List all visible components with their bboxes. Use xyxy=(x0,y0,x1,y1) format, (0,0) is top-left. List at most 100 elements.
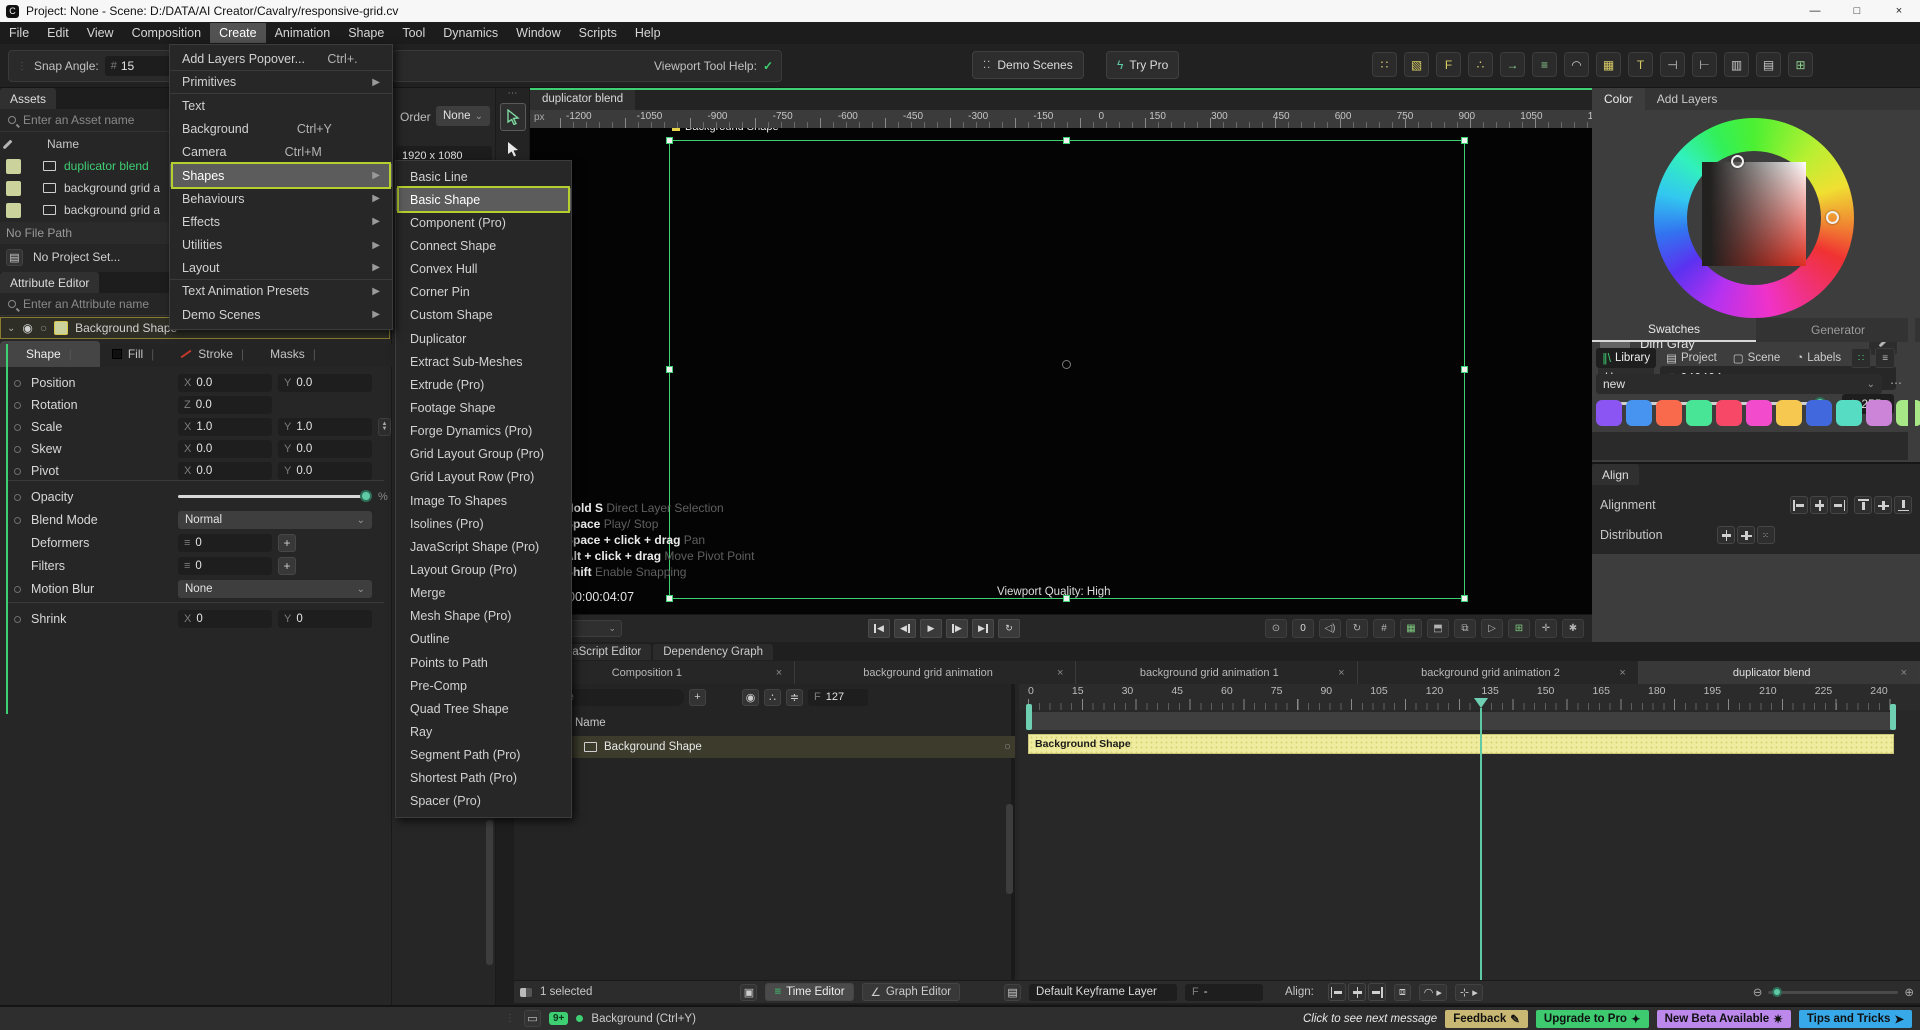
opacity-slider-knob[interactable] xyxy=(360,490,372,502)
work-area-bar[interactable] xyxy=(1026,704,1896,730)
kf-align-left-button[interactable] xyxy=(1327,983,1346,1001)
value-field-x[interactable]: Z 0.0 xyxy=(178,396,272,414)
tool-icon-button[interactable]: T xyxy=(1628,52,1653,77)
distribute-h-button[interactable] xyxy=(1716,526,1735,544)
scrollbar[interactable] xyxy=(1908,112,1915,432)
frame-offset-field[interactable]: F- xyxy=(1185,983,1264,1001)
tool-icon-button[interactable]: ▧ xyxy=(1404,52,1429,77)
asset-name[interactable]: background grid a xyxy=(64,181,160,195)
tool-icon-button[interactable]: ◠ xyxy=(1564,52,1589,77)
play-button[interactable]: ▶ xyxy=(920,619,942,638)
submenu-item[interactable]: Extrude (Pro) xyxy=(396,373,571,396)
tool-icon-button[interactable]: ▦ xyxy=(1596,52,1621,77)
submenu-item[interactable]: Duplicator xyxy=(396,327,571,350)
skip-to-end-button[interactable]: ▶ xyxy=(972,619,994,638)
submenu-item[interactable]: Points to Path xyxy=(396,651,571,674)
distribute-stagger-button[interactable]: ⁙ xyxy=(1756,526,1775,544)
create-menu-item[interactable]: Camera Ctrl+M xyxy=(170,141,392,164)
viewport-tab[interactable]: duplicator blend xyxy=(530,90,636,110)
keyframe-toggle-icon[interactable] xyxy=(14,423,21,431)
value-field-y[interactable]: Y 0.0 xyxy=(278,440,372,458)
create-menu-item[interactable]: Demo Scenes ▶ xyxy=(170,303,392,326)
eye-icon[interactable]: ◉ xyxy=(22,321,32,335)
skip-to-start-button[interactable]: ◀ xyxy=(868,619,890,638)
submenu-item[interactable]: Grid Layout Row (Pro) xyxy=(396,466,571,489)
tool-icon-button[interactable]: ≡ xyxy=(1532,52,1557,77)
tool-icon-button[interactable]: ∴ xyxy=(1468,52,1493,77)
viewport-option-button[interactable]: ✱ xyxy=(1562,619,1584,638)
motion-blur-select[interactable]: None ⌄ xyxy=(178,580,372,598)
asset-name[interactable]: background grid a xyxy=(64,203,160,217)
align-right-button[interactable] xyxy=(1830,496,1848,514)
menu-bar-item[interactable]: Dynamics xyxy=(434,23,507,43)
select-tool-button[interactable] xyxy=(500,103,526,131)
hue-picker-handle[interactable] xyxy=(1826,211,1839,224)
demo-scenes-button[interactable]: ⁚⁚ Demo Scenes xyxy=(972,51,1084,79)
next-message-notice[interactable]: Click to see next message xyxy=(1303,1013,1437,1025)
link-stepper[interactable]: ▲ ▼ xyxy=(378,418,391,436)
color-swatch[interactable] xyxy=(1656,400,1682,426)
align-top-button[interactable] xyxy=(1854,496,1872,514)
promo-button[interactable]: Upgrade to Pro ✦ xyxy=(1535,1009,1649,1028)
keyframe-toggle-icon[interactable] xyxy=(14,379,21,387)
value-field-y[interactable]: Y 0.0 xyxy=(278,462,372,480)
current-frame-field[interactable]: F 127 xyxy=(808,688,868,706)
color-swatch[interactable] xyxy=(1836,400,1862,426)
resize-handle-w[interactable] xyxy=(666,366,673,373)
attribute-editor-tab[interactable]: Attribute Editor xyxy=(0,272,100,293)
project-set-icon[interactable]: ▤ xyxy=(6,248,23,266)
maximize-button[interactable]: □ xyxy=(1836,0,1878,22)
menu-bar-item[interactable]: Animation xyxy=(266,23,340,43)
direct-select-tool-button[interactable] xyxy=(500,135,526,163)
create-menu-item[interactable]: Effects ▶ xyxy=(170,210,392,233)
zoom-slider-knob[interactable] xyxy=(1772,986,1783,997)
value-field-x[interactable]: X 1.0 xyxy=(178,418,272,436)
create-menu-item[interactable]: Primitives ▶ xyxy=(170,71,392,95)
layer-color-swatch[interactable] xyxy=(54,321,69,335)
minimize-button[interactable]: — xyxy=(1794,0,1836,22)
color-swatch[interactable] xyxy=(1806,400,1832,426)
align-bottom-button[interactable] xyxy=(1894,496,1912,514)
keyframe-toggle-icon[interactable] xyxy=(14,615,21,623)
resize-handle-se[interactable] xyxy=(1461,595,1468,602)
messages-icon[interactable]: ▭ xyxy=(524,1010,541,1027)
menu-bar-item[interactable]: Composition xyxy=(123,23,210,43)
status-message[interactable]: Background (Ctrl+Y) xyxy=(591,1013,696,1025)
color-swatch[interactable] xyxy=(1776,400,1802,426)
menu-bar-item[interactable]: Scripts xyxy=(570,23,626,43)
viewport-help-checkbox[interactable]: ✓ xyxy=(763,59,773,73)
align-left-button[interactable] xyxy=(1790,496,1808,514)
zoom-slider-track[interactable] xyxy=(1768,986,1899,997)
keyframe-toggle-icon[interactable] xyxy=(14,401,21,409)
submenu-item[interactable]: Pre-Comp xyxy=(396,674,571,697)
promo-button[interactable]: Tips and Tricks ➤ xyxy=(1798,1009,1912,1028)
message-count-badge[interactable]: 9+ xyxy=(549,1012,569,1025)
tool-icon-button[interactable]: ∷ xyxy=(1372,52,1397,77)
opacity-slider-track[interactable] xyxy=(178,495,368,498)
tool-icon-button[interactable]: → xyxy=(1500,52,1525,77)
tool-icon-button[interactable]: ⊞ xyxy=(1788,52,1813,77)
graph-editor-button[interactable]: ∠ Graph Editor xyxy=(861,983,961,1001)
swatch-group-menu-button[interactable]: ⋯ xyxy=(1890,376,1902,390)
filter-visibility-icon[interactable]: ◉ xyxy=(742,688,759,706)
submenu-item[interactable]: Component (Pro) xyxy=(396,211,571,234)
swatches-tab[interactable]: Swatches xyxy=(1592,318,1756,342)
submenu-item[interactable]: Basic Line xyxy=(396,165,571,188)
viewport-option-button[interactable]: 0 xyxy=(1292,619,1314,638)
close-button[interactable]: × xyxy=(1878,0,1920,22)
resize-handle-e[interactable] xyxy=(1461,366,1468,373)
close-tab-icon[interactable]: × xyxy=(772,667,786,679)
swatch-group-select[interactable]: new ⌄ xyxy=(1596,374,1882,394)
viewport-option-button[interactable]: ↻ xyxy=(1346,619,1368,638)
create-menu-item[interactable]: Background Ctrl+Y xyxy=(170,118,392,141)
zoom-out-icon[interactable]: ⊖ xyxy=(1753,985,1763,999)
menu-bar-item[interactable]: File xyxy=(0,23,38,43)
panel-tab[interactable]: Color xyxy=(1592,88,1645,110)
menu-bar-item[interactable]: View xyxy=(78,23,123,43)
submenu-item[interactable]: Extract Sub-Meshes xyxy=(396,350,571,373)
color-swatch[interactable] xyxy=(1866,400,1892,426)
tool-icon-button[interactable]: ⊣ xyxy=(1660,52,1685,77)
color-swatch[interactable] xyxy=(1746,400,1772,426)
asset-color-swatch[interactable] xyxy=(6,180,21,196)
asset-color-swatch[interactable] xyxy=(6,158,21,174)
